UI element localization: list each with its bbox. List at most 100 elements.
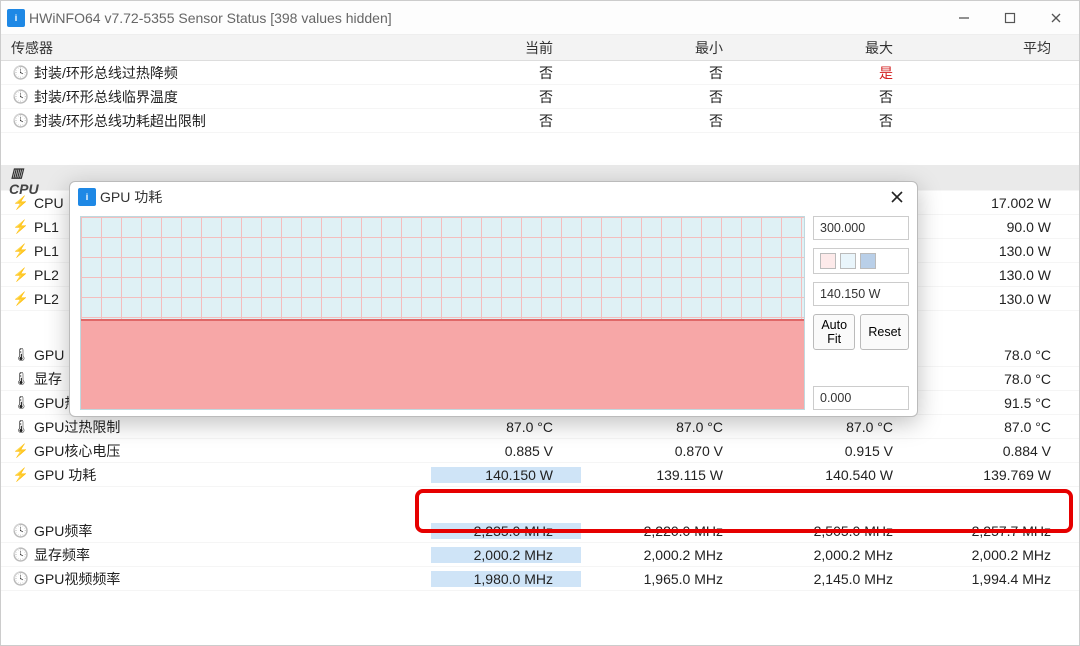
value-min: 139.115 W	[581, 467, 751, 483]
value-max: 0.915 V	[751, 443, 921, 459]
header-avg[interactable]: 平均	[921, 38, 1079, 58]
close-icon	[889, 189, 905, 205]
swatch-icon	[840, 253, 856, 269]
value-min: 87.0 °C	[581, 419, 751, 435]
bolt-icon	[13, 243, 29, 259]
titlebar: i HWiNFO64 v7.72-5355 Sensor Status [398…	[1, 1, 1079, 35]
value-current: 否	[431, 87, 581, 107]
value-max: 87.0 °C	[751, 419, 921, 435]
maximize-icon	[1002, 10, 1018, 26]
value-min: 否	[581, 111, 751, 131]
value-max: 140.540 W	[751, 467, 921, 483]
window-title: HWiNFO64 v7.72-5355 Sensor Status [398 v…	[25, 10, 941, 26]
scale-bottom: 0.000	[813, 386, 909, 410]
sensor-row[interactable]: GPU频率2,235.0 MHz2,220.0 MHz2,505.0 MHz2,…	[1, 519, 1079, 543]
bolt-icon	[13, 443, 29, 459]
header-sensor[interactable]: 传感器	[1, 38, 431, 58]
value-current: 140.150 W	[431, 467, 581, 483]
header-max[interactable]: 最大	[751, 38, 921, 58]
sensor-row[interactable]: GPU过热限制87.0 °C87.0 °C87.0 °C87.0 °C	[1, 415, 1079, 439]
bolt-icon	[13, 467, 29, 483]
value-max: 是	[751, 63, 921, 83]
value-current: 2,235.0 MHz	[431, 523, 581, 539]
sensor-name: 显存频率	[1, 545, 431, 565]
value-max: 2,505.0 MHz	[751, 523, 921, 539]
chart-area[interactable]	[80, 216, 805, 410]
spacer	[1, 487, 1079, 519]
sensor-name: 封装/环形总线功耗超出限制	[1, 111, 431, 131]
bolt-icon	[13, 267, 29, 283]
thermometer-icon	[13, 419, 29, 435]
app-icon: i	[78, 188, 96, 206]
gpu-power-graph-window[interactable]: i GPU 功耗 300.000 140.150 W	[69, 181, 918, 417]
value-avg: 78.0 °C	[921, 347, 1079, 363]
sensor-name: 封装/环形总线临界温度	[1, 87, 431, 107]
grid-header[interactable]: 传感器 当前 最小 最大 平均	[1, 35, 1079, 61]
value-avg: 90.0 W	[921, 219, 1079, 235]
sensor-row[interactable]: 封装/环形总线临界温度否否否	[1, 85, 1079, 109]
sensor-name: 封装/环形总线过热降频	[1, 63, 431, 83]
sensor-row[interactable]: 封装/环形总线过热降频否否是	[1, 61, 1079, 85]
value-avg: 2,000.2 MHz	[921, 547, 1079, 563]
thermometer-icon	[13, 395, 29, 411]
value-min: 0.870 V	[581, 443, 751, 459]
clock-icon	[13, 547, 29, 563]
clock-icon	[13, 113, 29, 129]
value-current: 否	[431, 63, 581, 83]
value-current: 87.0 °C	[431, 419, 581, 435]
sensor-name: GPU核心电压	[1, 441, 431, 461]
value-avg: 78.0 °C	[921, 371, 1079, 387]
bolt-icon	[13, 219, 29, 235]
value-max: 2,000.2 MHz	[751, 547, 921, 563]
main-window: i HWiNFO64 v7.72-5355 Sensor Status [398…	[0, 0, 1080, 646]
value-min: 否	[581, 63, 751, 83]
sensor-name: GPU视频频率	[1, 569, 431, 589]
autofit-button[interactable]: Auto Fit	[813, 314, 855, 350]
value-min: 2,220.0 MHz	[581, 523, 751, 539]
app-icon: i	[7, 9, 25, 27]
thermometer-icon	[13, 347, 29, 363]
value-min: 2,000.2 MHz	[581, 547, 751, 563]
value-max: 否	[751, 87, 921, 107]
close-icon	[1048, 10, 1064, 26]
value-avg: 130.0 W	[921, 243, 1079, 259]
bolt-icon	[13, 291, 29, 307]
sensor-name: GPU频率	[1, 521, 431, 541]
popup-body: 300.000 140.150 W Auto Fit Reset 0.000	[70, 212, 917, 416]
header-min[interactable]: 最小	[581, 38, 751, 58]
maximize-button[interactable]	[987, 1, 1033, 35]
clock-icon	[13, 571, 29, 587]
sensor-row[interactable]: GPU 功耗140.150 W139.115 W140.540 W139.769…	[1, 463, 1079, 487]
swatch-icon	[860, 253, 876, 269]
value-min: 否	[581, 87, 751, 107]
sensor-row[interactable]: GPU视频频率1,980.0 MHz1,965.0 MHz2,145.0 MHz…	[1, 567, 1079, 591]
sensor-name: GPU过热限制	[1, 417, 431, 437]
value-avg: 139.769 W	[921, 467, 1079, 483]
popup-close-button[interactable]	[885, 185, 909, 209]
popup-title: GPU 功耗	[96, 187, 885, 207]
sensor-row[interactable]: GPU核心电压0.885 V0.870 V0.915 V0.884 V	[1, 439, 1079, 463]
clock-icon	[13, 89, 29, 105]
header-current[interactable]: 当前	[431, 38, 581, 58]
clock-icon	[13, 523, 29, 539]
value-current: 1,980.0 MHz	[431, 571, 581, 587]
minimize-button[interactable]	[941, 1, 987, 35]
window-controls	[941, 1, 1079, 35]
sensor-row[interactable]: 显存频率2,000.2 MHz2,000.2 MHz2,000.2 MHz2,0…	[1, 543, 1079, 567]
reset-button[interactable]: Reset	[860, 314, 909, 350]
popup-titlebar[interactable]: i GPU 功耗	[70, 182, 917, 212]
value-current: 否	[431, 111, 581, 131]
scale-top: 300.000	[813, 216, 909, 240]
value-avg: 17.002 W	[921, 195, 1079, 211]
value-max: 2,145.0 MHz	[751, 571, 921, 587]
value-min: 1,965.0 MHz	[581, 571, 751, 587]
legend-swatches	[813, 248, 909, 274]
sensor-name: GPU 功耗	[1, 465, 431, 485]
thermometer-icon	[13, 371, 29, 387]
value-avg: 91.5 °C	[921, 395, 1079, 411]
value-avg: 2,257.7 MHz	[921, 523, 1079, 539]
value-current: 0.885 V	[431, 443, 581, 459]
close-button[interactable]	[1033, 1, 1079, 35]
spacer	[1, 133, 1079, 165]
sensor-row[interactable]: 封装/环形总线功耗超出限制否否否	[1, 109, 1079, 133]
